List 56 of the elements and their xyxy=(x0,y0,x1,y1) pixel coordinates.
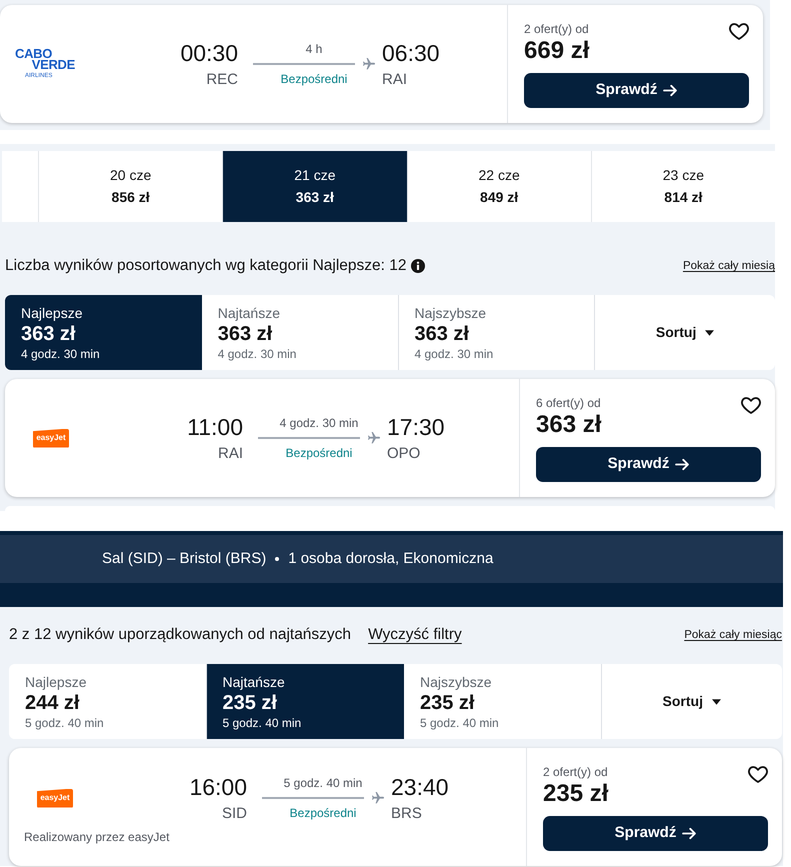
departure-time: 16:00 xyxy=(189,772,247,800)
price-text: 363 zł xyxy=(536,411,602,439)
sort-tab[interactable]: Najlepsze 244 zł 5 godz. 40 min xyxy=(9,664,206,739)
duration-text: 4 h xyxy=(306,41,322,57)
offers-text: 2 ofert(y) od xyxy=(524,21,589,37)
arrival-time: 23:40 xyxy=(391,772,449,800)
heart-icon[interactable] xyxy=(729,22,749,41)
clear-filters-link[interactable]: Wyczyść filtry xyxy=(368,624,462,646)
sort-button[interactable]: Sortuj xyxy=(595,295,775,370)
arrival-airport: OPO xyxy=(387,444,420,464)
airline-logo: easyJet xyxy=(33,428,69,448)
departure-airport: SID xyxy=(222,804,247,824)
stops-text: Bezpośredni xyxy=(290,805,356,821)
date-tab[interactable]: 21 cze 363 zł xyxy=(223,151,408,222)
caret-down-icon xyxy=(705,330,714,336)
info-icon[interactable] xyxy=(411,259,426,273)
arrow-right-icon xyxy=(663,84,678,97)
offers-text: 2 ofert(y) od xyxy=(543,764,608,780)
bullet-icon xyxy=(275,557,280,561)
show-month-link[interactable]: Pokaż cały miesią xyxy=(682,258,775,274)
results-summary: 2 z 12 wyników uporządkowanych od najtańszych xyxy=(9,625,352,645)
plane-icon xyxy=(368,432,380,444)
route-text: Sal (SID) – Bristol (BRS) xyxy=(102,548,266,569)
stops-text: Bezpośredni xyxy=(280,71,348,87)
view-deal-button[interactable]: Sprawdź xyxy=(536,447,761,482)
duration-text: 4 godz. 30 min xyxy=(280,415,358,431)
heart-icon[interactable] xyxy=(748,765,768,784)
arrival-airport: RAI xyxy=(382,70,408,90)
stops-text: Bezpośredni xyxy=(286,445,352,461)
arrow-right-icon xyxy=(675,458,690,471)
show-month-link[interactable]: Pokaż cały miesiąc xyxy=(684,627,782,643)
heart-icon[interactable] xyxy=(741,396,761,415)
offers-text: 6 ofert(y) od xyxy=(536,395,601,411)
departure-time: 11:00 xyxy=(187,412,243,440)
sort-button[interactable]: Sortuj xyxy=(602,664,782,739)
operated-by-text: Realizowany przez easyJet xyxy=(24,829,170,845)
price-text: 235 zł xyxy=(543,780,608,808)
view-deal-button[interactable]: Sprawdź xyxy=(524,73,749,108)
price-text: 669 zł xyxy=(524,37,590,65)
arrival-time: 06:30 xyxy=(382,38,440,66)
results-summary: Liczba wyników posortowanych wg kategorii Najlepsze: 12 xyxy=(5,256,406,276)
departure-airport: RAI xyxy=(218,444,243,464)
view-deal-button[interactable]: Sprawdź xyxy=(543,816,768,851)
departure-airport: REC xyxy=(206,70,238,90)
departure-time: 00:30 xyxy=(180,38,238,66)
travellers-text: 1 osoba dorosła, Ekonomiczna xyxy=(288,548,494,569)
sort-tab[interactable]: Najlepsze 363 zł 4 godz. 30 min xyxy=(5,295,202,370)
sort-tab[interactable]: Najtańsze 235 zł 5 godz. 40 min xyxy=(206,664,404,739)
airline-logo: easyJet xyxy=(37,788,73,808)
arrival-airport: BRS xyxy=(391,804,422,824)
caret-down-icon xyxy=(712,698,721,704)
arrival-time: 17:30 xyxy=(387,412,445,440)
plane-icon xyxy=(363,58,375,70)
arrow-right-icon xyxy=(682,827,696,840)
duration-text: 5 godz. 40 min xyxy=(284,775,362,791)
plane-icon xyxy=(372,792,384,804)
